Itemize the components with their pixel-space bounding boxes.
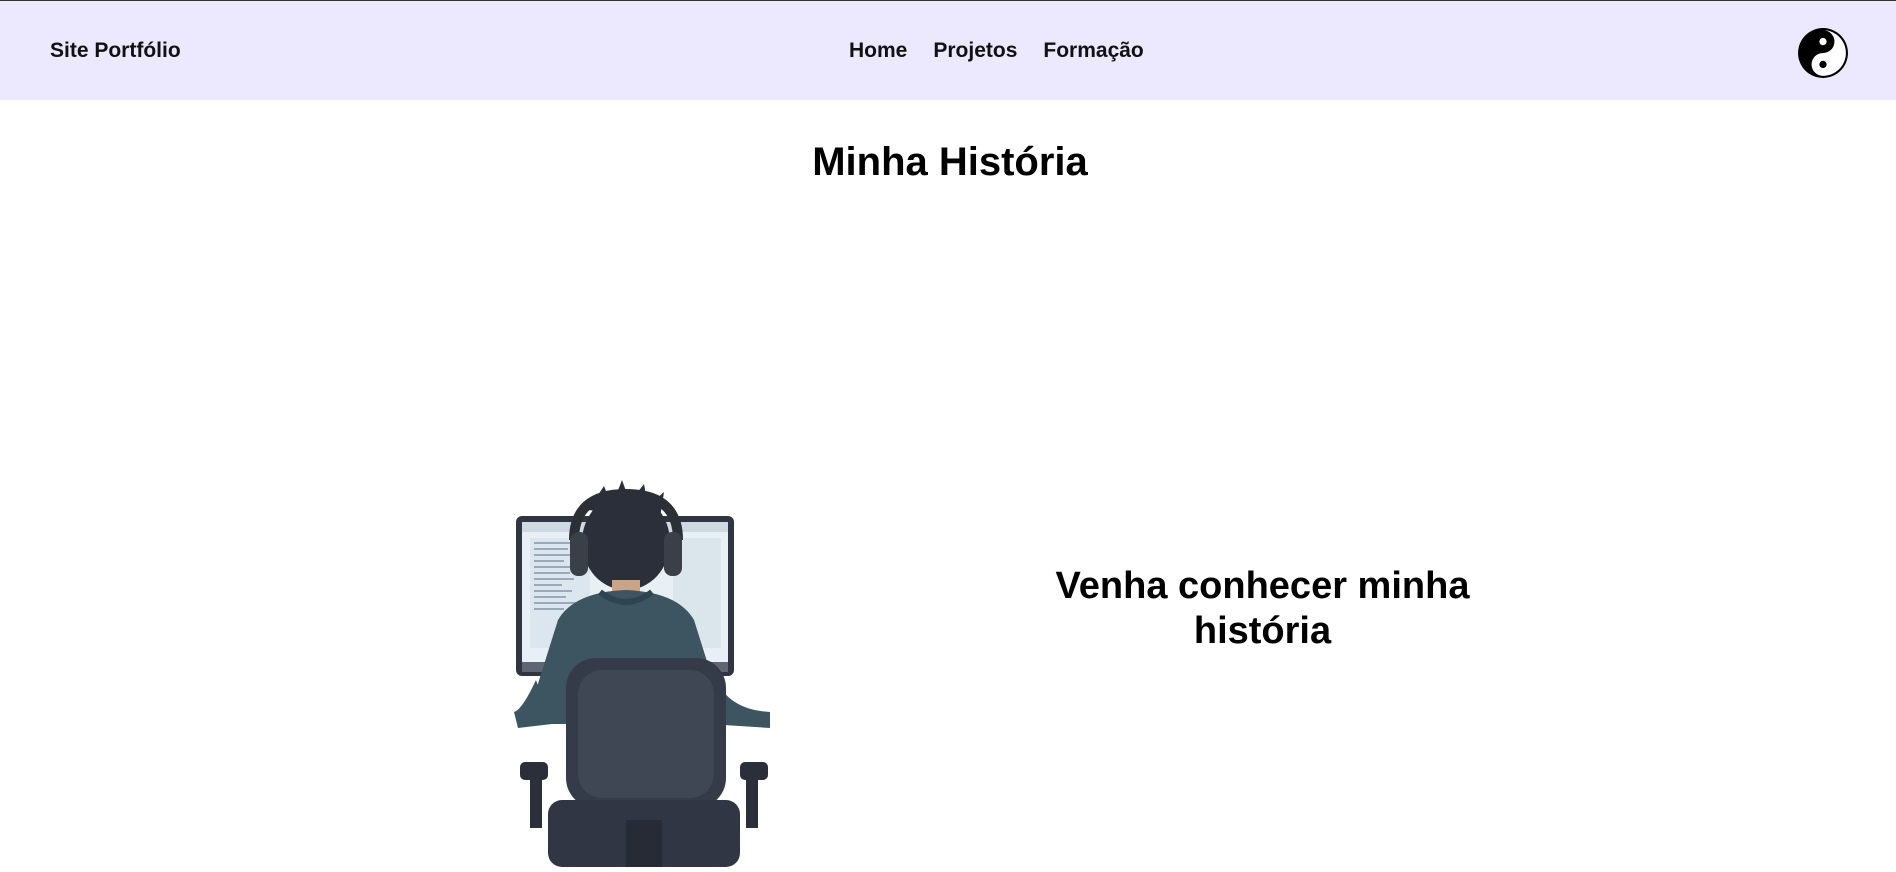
nav-link-formacao[interactable]: Formação (1043, 39, 1143, 62)
page-title: Minha História (812, 140, 1088, 184)
yin-yang-icon (1798, 28, 1848, 78)
hero-tagline: Venha conhecer minha história (1055, 565, 1470, 652)
brand-link[interactable]: Site Portfólio (50, 39, 181, 63)
nav-link-home[interactable]: Home (849, 39, 907, 62)
nav-item-projetos: Projetos (933, 39, 1017, 63)
nav-item-formacao: Formação (1043, 39, 1143, 63)
nav-links: Home Projetos Formação (849, 39, 1144, 63)
nav-link-projetos[interactable]: Projetos (933, 39, 1017, 62)
nav-item-home: Home (849, 39, 907, 63)
person-at-computer-illustration (508, 480, 774, 867)
theme-toggle-button[interactable] (1797, 27, 1849, 79)
navbar: Site Portfólio Home Projetos Formação (0, 0, 1896, 100)
